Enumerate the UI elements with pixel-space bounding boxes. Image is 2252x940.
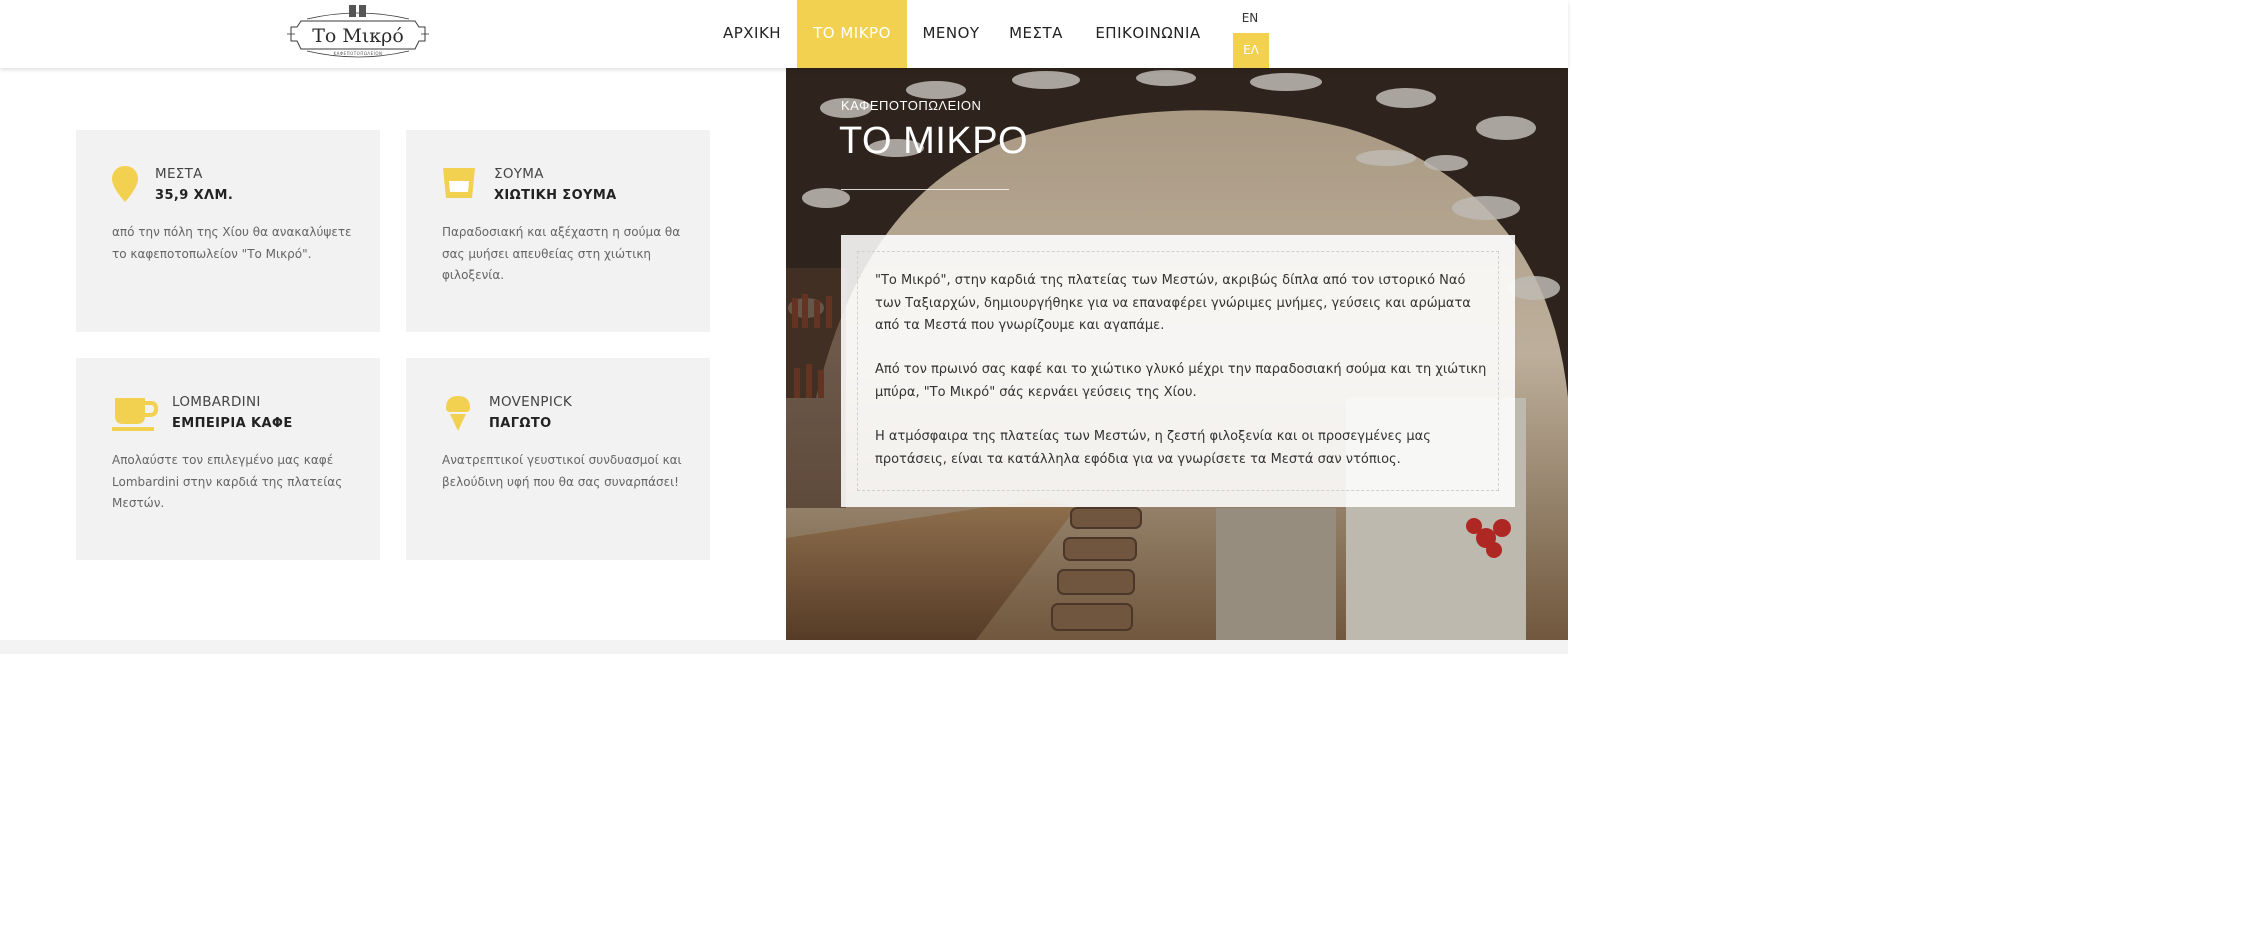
feature-card-lombardini: LOMBARDINI ΕΜΠΕΙΡΙΑ ΚΑΦΕ Απολαύστε τον ε… [76,358,380,560]
nav-item-mesta[interactable]: ΜΕΣΤΑ [998,0,1074,68]
feature-caption: LOMBARDINI [172,394,261,410]
feature-description: από την πόλη της Χίου θα ανακαλύψετε το … [112,225,352,261]
nav-item-contact[interactable]: ΕΠΙΚΟΙΝΩΝΙΑ [1084,0,1212,68]
site-logo[interactable]: Το Μικρό ΚΑΦΕΠΟΤΟΠΩΛΕΙΟΝ [287,5,429,63]
feature-caption: MOVENPICK [489,394,573,410]
feature-subtitle: ΧΙΩΤΙΚΗ ΣΟΥΜΑ [494,188,617,203]
nav-item-home[interactable]: ΑΡΧΙΚΗ [712,0,792,68]
hero-divider [841,189,1009,190]
hero-title: ΤΟ ΜΙΚΡΟ [839,120,1029,162]
about-paragraph: Από τον πρωινό σας καφέ και το χιώτικο γ… [875,362,1487,400]
feature-subtitle: 35,9 ΧΛΜ. [155,188,234,203]
nav-item-menu[interactable]: ΜΕΝΟΥ [912,0,990,68]
glass-icon [443,168,475,198]
feature-description: Απολαύστε τον επιλεγμένο μας καφέ Lombar… [112,453,343,510]
feature-caption: ΣΟΥΜΑ [494,166,544,182]
footer-strip [0,640,1568,654]
nav-item-to-mikro[interactable]: ΤΟ ΜΙΚΡΟ [797,0,907,68]
logo-tagline: ΚΑΦΕΠΟΤΟΠΩΛΕΙΟΝ [333,51,383,56]
ice-cream-icon [446,396,470,431]
about-paragraph: Η ατμόσφαιρα της πλατείας των Μεστών, η … [875,429,1431,467]
feature-card-souma: ΣΟΥΜΑ ΧΙΩΤΙΚΗ ΣΟΥΜΑ Παραδοσιακή και αξέχ… [406,130,710,332]
logo-text: Το Μικρό [312,25,404,47]
feature-subtitle: ΠΑΓΩΤΟ [489,416,552,431]
feature-subtitle: ΕΜΠΕΙΡΙΑ ΚΑΦΕ [172,416,293,431]
about-text-box: "Το Μικρό", στην καρδιά της πλατείας των… [841,235,1515,507]
site-header: Το Μικρό ΚΑΦΕΠΟΤΟΠΩΛΕΙΟΝ ΑΡΧΙΚΗ ΤΟ ΜΙΚΡΟ… [0,0,1568,68]
about-paragraph: "Το Μικρό", στην καρδιά της πλατείας των… [875,273,1471,333]
location-pin-icon [112,166,138,202]
hero-kicker: ΚΑΦΕΠΟΤΟΠΩΛΕΙΟΝ [841,98,982,113]
feature-description: Παραδοσιακή και αξέχαστη η σούμα θα σας … [442,225,681,282]
feature-description: Ανατρεπτικοί γευστικοί συνδυασμοί και βε… [442,453,682,489]
feature-card-movenpick: MOVENPICK ΠΑΓΩΤΟ Ανατρεπτικοί γευστικοί … [406,358,710,560]
language-el[interactable]: ΕΛ [1233,33,1269,68]
feature-card-mesta: ΜΕΣΤΑ 35,9 ΧΛΜ. από την πόλη της Χίου θα… [76,130,380,332]
language-en[interactable]: EN [1232,6,1268,30]
feature-caption: ΜΕΣΤΑ [155,166,203,182]
hero-section: ΚΑΦΕΠΟΤΟΠΩΛΕΙΟΝ ΤΟ ΜΙΚΡΟ "Το Μικρό", στη… [786,68,1568,640]
coffee-cup-icon [112,398,158,431]
